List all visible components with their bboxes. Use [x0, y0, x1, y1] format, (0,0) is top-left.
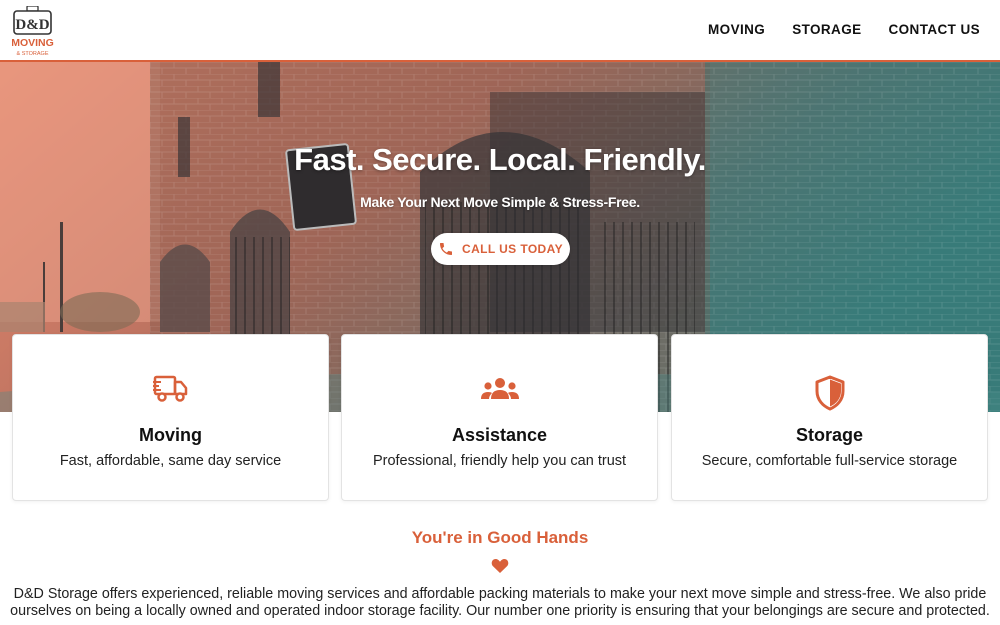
cta-label: CALL US TODAY — [462, 242, 563, 256]
hero-subtitle: Make Your Next Move Simple & Stress-Free… — [360, 194, 640, 210]
card-title: Moving — [139, 425, 202, 445]
people-icon — [480, 378, 519, 399]
site-header: D&D MOVING & STORAGE MOVING STORAGE CONT… — [0, 0, 1000, 62]
card-title: Storage — [795, 425, 864, 445]
shield-icon — [815, 375, 844, 411]
hero-title: Fast. Secure. Local. Friendly. — [294, 142, 706, 177]
about-paragraph: D&D Storage offers experienced, reliable… — [10, 586, 990, 619]
nav-contact-us[interactable]: CONTACT US — [889, 22, 981, 37]
call-us-today-button[interactable]: CALL US TODAY — [431, 233, 570, 265]
dd-moving-logo[interactable]: D&D MOVING & STORAGE — [11, 5, 54, 58]
logo-text-storage: & STORAGE — [17, 51, 49, 57]
card-description: Fast, affordable, same day service — [59, 453, 282, 469]
card-moving[interactable]: Moving Fast, affordable, same day servic… — [12, 334, 329, 501]
section-title: You're in Good Hands — [411, 528, 589, 547]
heart-icon — [491, 559, 509, 573]
logo-text-moving: MOVING — [12, 37, 54, 49]
card-storage[interactable]: Storage Secure, comfortable full-service… — [671, 334, 988, 501]
phone-icon — [440, 243, 452, 255]
card-description: Secure, comfortable full-service storage — [701, 453, 958, 469]
card-title: Assistance — [451, 425, 548, 445]
nav-moving[interactable]: MOVING — [708, 22, 765, 37]
truck-icon — [152, 375, 187, 402]
main-nav: MOVING STORAGE CONTACT US — [708, 22, 980, 37]
nav-storage[interactable]: STORAGE — [792, 22, 861, 37]
card-description: Professional, friendly help you can trus… — [372, 453, 627, 469]
card-assistance[interactable]: Assistance Professional, friendly help y… — [341, 334, 658, 501]
logo-text-dd: D&D — [15, 17, 49, 33]
